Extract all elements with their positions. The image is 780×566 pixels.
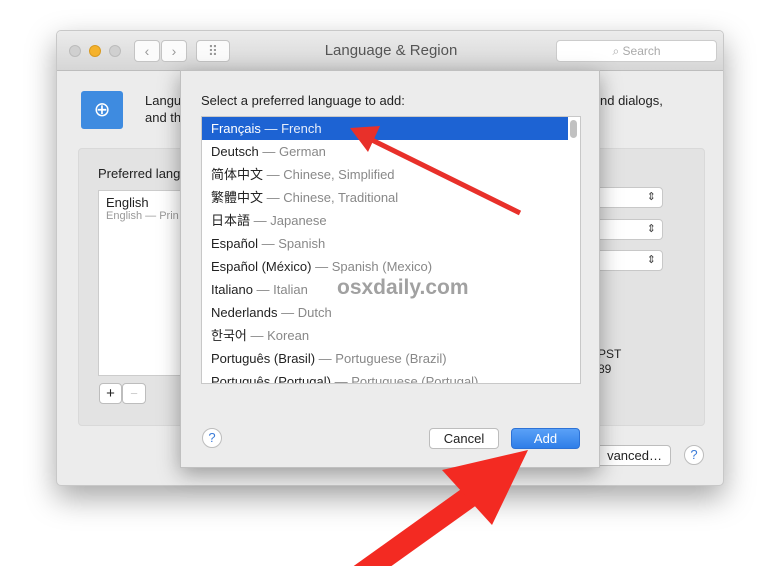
arrow-to-add-button [353,450,528,566]
annotation-arrows [350,126,528,566]
arrow-to-french [350,126,522,216]
